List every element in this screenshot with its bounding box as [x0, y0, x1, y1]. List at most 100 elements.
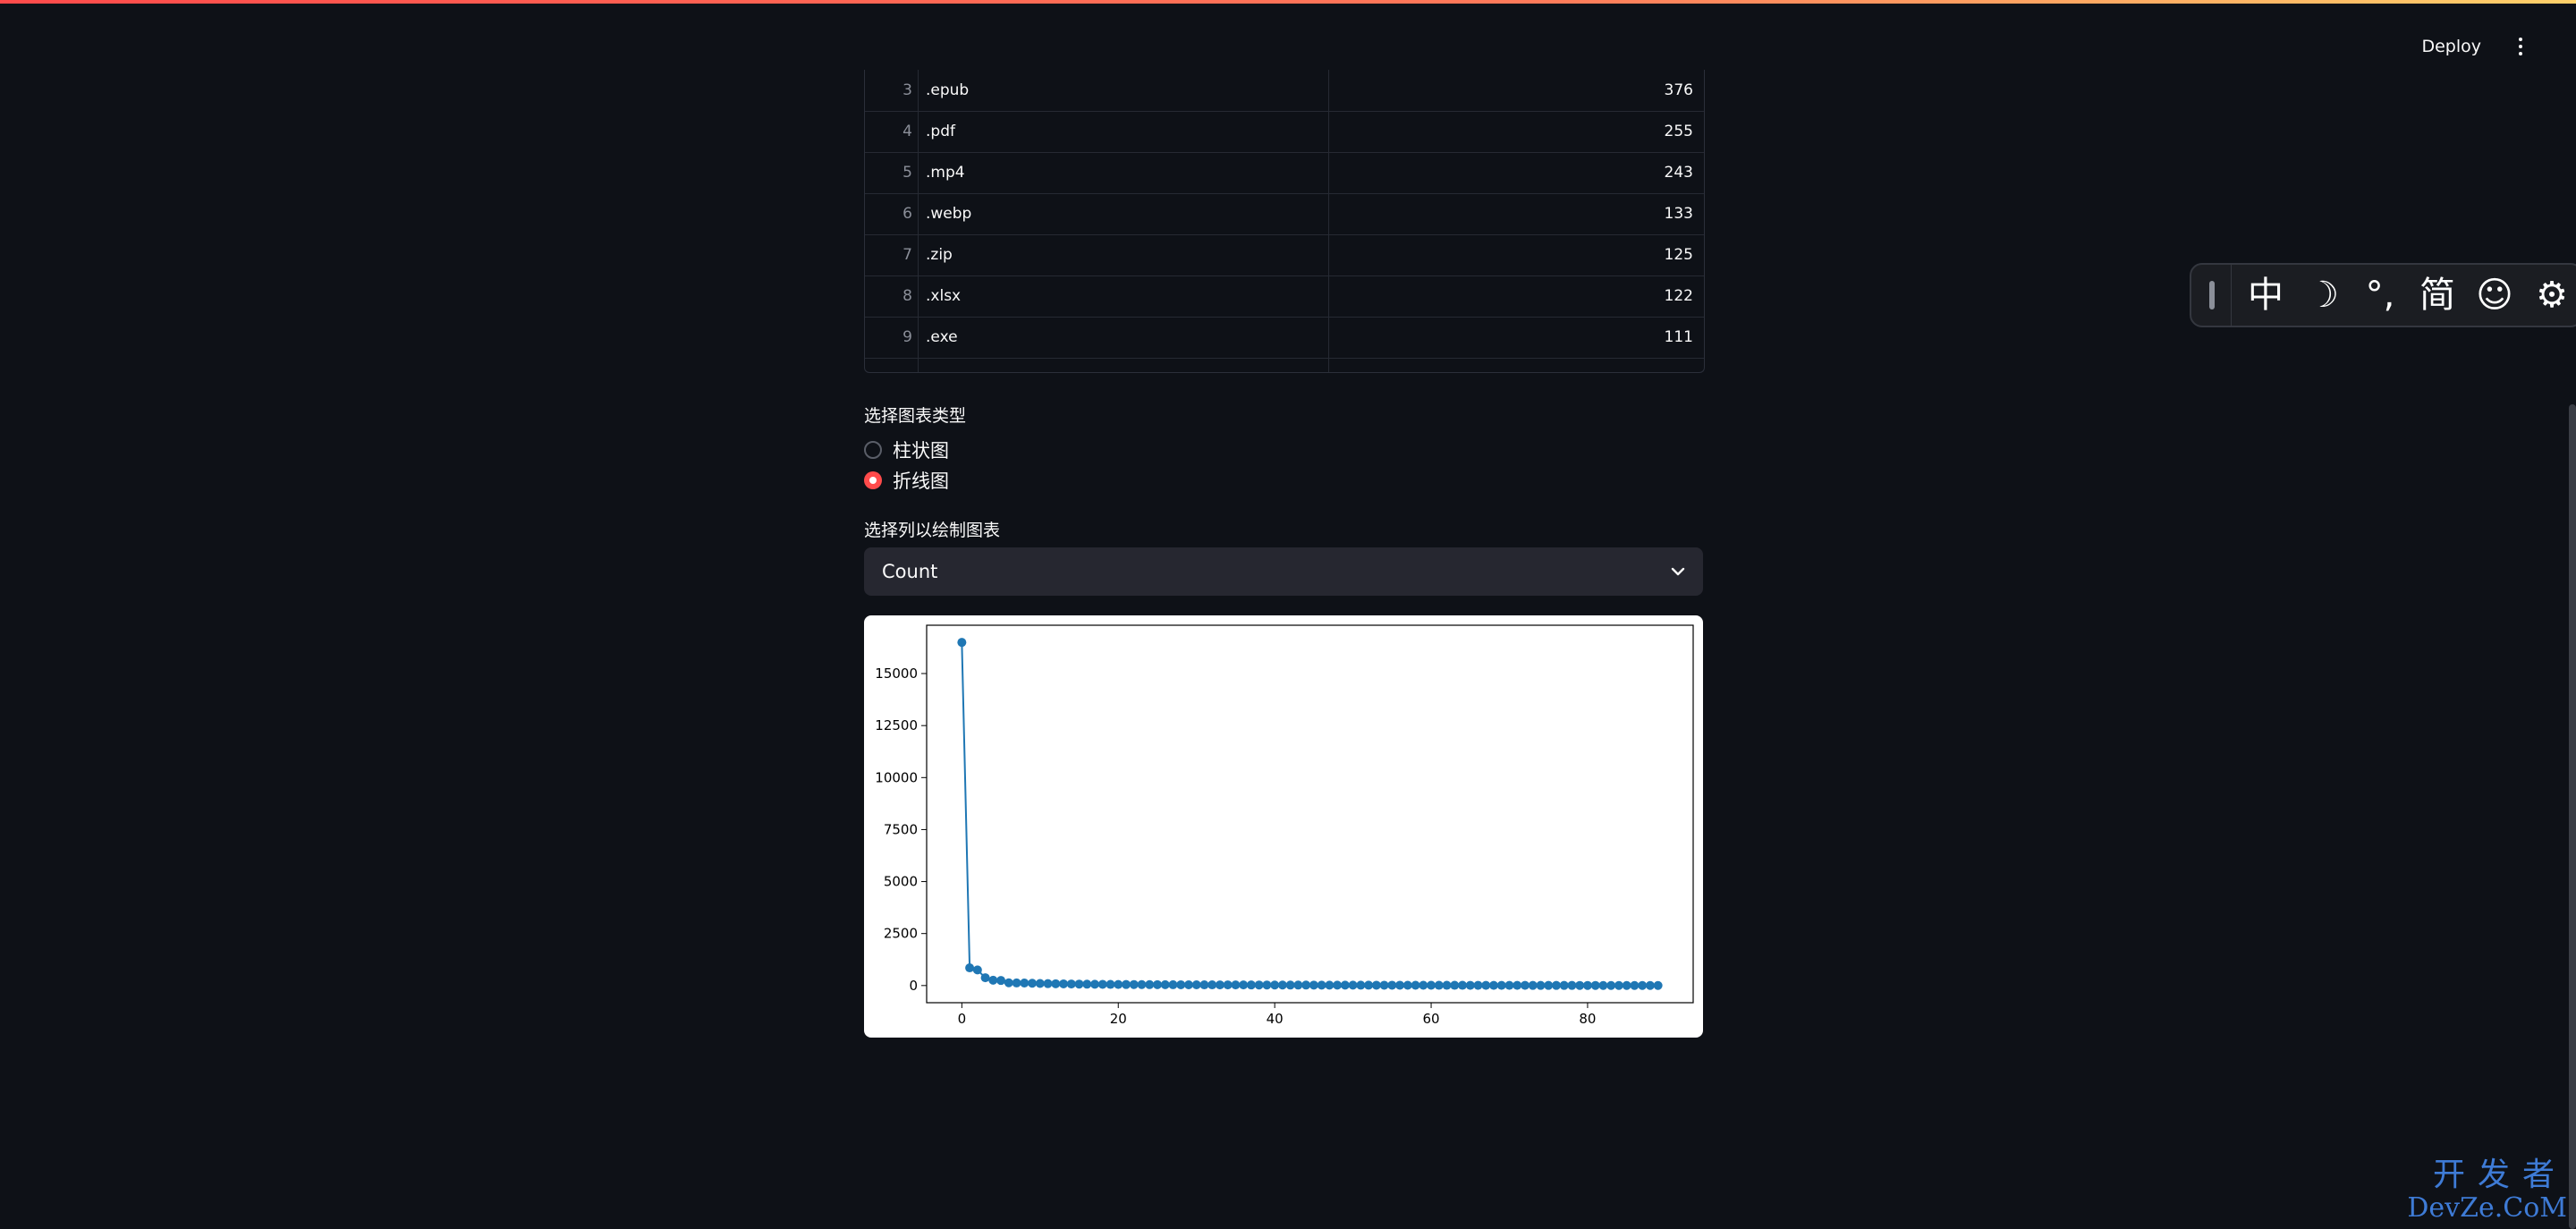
data-point [1356, 980, 1366, 990]
data-point [1121, 979, 1131, 989]
extension-count-table[interactable]: 3 .epub 376 4 .pdf 255 5 .mp4 243 6 .web… [864, 70, 1705, 373]
data-point [1520, 980, 1530, 990]
data-point [972, 965, 982, 975]
data-point [1348, 980, 1358, 990]
table-row: 4 .pdf 255 [865, 111, 1704, 153]
data-point [1317, 980, 1326, 990]
data-point [1340, 980, 1350, 990]
data-point [1043, 979, 1053, 988]
row-index: 5 [865, 152, 919, 193]
data-point [1059, 979, 1069, 988]
toolbar-divider [2231, 263, 2232, 327]
count-cell: 122 [1328, 275, 1704, 317]
simplified-icon[interactable]: 简 [2414, 272, 2461, 318]
data-point [980, 973, 990, 983]
radio-option-label: 柱状图 [893, 440, 949, 462]
data-point [1301, 980, 1311, 990]
y-tick-label: 10000 [875, 769, 918, 785]
data-point [1183, 979, 1193, 989]
x-tick-label: 20 [1110, 1011, 1127, 1027]
row-index: 4 [865, 111, 919, 152]
data-point [1442, 980, 1452, 990]
data-point [1575, 980, 1585, 990]
data-point [1473, 980, 1483, 990]
data-point [1262, 980, 1272, 990]
column-select-label: 选择列以绘制图表 [864, 521, 1001, 540]
data-point [1097, 979, 1107, 989]
ime-handle-icon[interactable] [2209, 281, 2215, 309]
deploy-button[interactable]: Deploy [2412, 30, 2490, 63]
table-row: 7 .zip 125 [865, 234, 1704, 276]
data-point [1419, 980, 1428, 990]
watermark-logo: 开发者 DevZe.CoM [2407, 1157, 2567, 1224]
data-point [1106, 979, 1115, 989]
y-tick-label: 15000 [875, 665, 918, 682]
data-point [1152, 979, 1162, 989]
data-point [1160, 979, 1170, 989]
y-tick-label: 12500 [875, 717, 918, 733]
data-point [1402, 980, 1412, 990]
data-point [1208, 980, 1217, 990]
data-point [1333, 980, 1343, 990]
data-point [1582, 980, 1592, 990]
row-index: 9 [865, 317, 919, 358]
extension-cell: .exe [926, 328, 958, 346]
x-tick-label: 80 [1579, 1011, 1596, 1027]
data-point [1465, 980, 1475, 990]
line-chart: 0 20 40 60 80 0 2500 5000 7500 10000 12500 15000 [875, 624, 1694, 1027]
data-point [1590, 980, 1600, 990]
data-point [1489, 980, 1499, 990]
data-point [1114, 979, 1123, 989]
table-row: 3 .epub 376 [865, 70, 1704, 112]
extension-cell: .pdf [926, 123, 955, 140]
data-point [1567, 980, 1577, 990]
table-row: 9 .exe 111 [865, 317, 1704, 359]
chevron-down-icon [1671, 567, 1685, 576]
data-point [1066, 979, 1076, 989]
data-point [1450, 980, 1460, 990]
data-point [1551, 980, 1561, 990]
radio-option-line[interactable]: 折线图 [864, 465, 949, 496]
data-point [1411, 980, 1420, 990]
data-point [1168, 979, 1178, 989]
emoji-icon[interactable]: ☺ [2471, 272, 2518, 318]
moon-icon[interactable]: ☽ [2300, 272, 2346, 318]
page-scrollbar[interactable] [2569, 404, 2576, 1229]
data-point [1051, 979, 1061, 988]
kebab-menu-icon[interactable] [2510, 30, 2531, 63]
data-point [1458, 980, 1468, 990]
data-point [1325, 980, 1335, 990]
data-point [1129, 979, 1139, 989]
extension-cell: .webp [926, 205, 972, 223]
extension-cell: .zip [926, 246, 953, 264]
data-point [1434, 980, 1444, 990]
chinese-mode-icon[interactable]: 中 [2242, 272, 2289, 318]
data-point [1387, 980, 1397, 990]
ime-toolbar: 中 ☽ °, 简 ☺ ⚙ [2190, 263, 2576, 327]
x-tick-label: 60 [1422, 1011, 1439, 1027]
x-tick-label: 40 [1267, 1011, 1284, 1027]
data-point [1481, 980, 1491, 990]
radio-unchecked-icon[interactable] [864, 441, 882, 459]
data-point [1223, 980, 1233, 990]
gear-icon[interactable]: ⚙ [2529, 272, 2575, 318]
punctuation-icon[interactable]: °, [2357, 272, 2403, 318]
data-point [1012, 978, 1021, 987]
data-point [1645, 980, 1655, 990]
data-point [1215, 980, 1224, 990]
radio-checked-icon[interactable] [864, 471, 882, 489]
radio-option-bar[interactable]: 柱状图 [864, 435, 949, 465]
data-point [1513, 980, 1522, 990]
column-select-value: Count [882, 561, 938, 582]
data-point [1004, 978, 1013, 987]
data-point [965, 963, 975, 973]
data-point [1395, 980, 1405, 990]
extension-cell: .mp4 [926, 164, 965, 182]
count-cell: 111 [1328, 317, 1704, 358]
chart-type-label: 选择图表类型 [864, 406, 967, 426]
data-point [1630, 980, 1640, 990]
row-index: 3 [865, 70, 919, 111]
column-select[interactable]: Count [864, 547, 1703, 596]
table-row: 8 .xlsx 122 [865, 275, 1704, 318]
series-line [961, 642, 1658, 987]
